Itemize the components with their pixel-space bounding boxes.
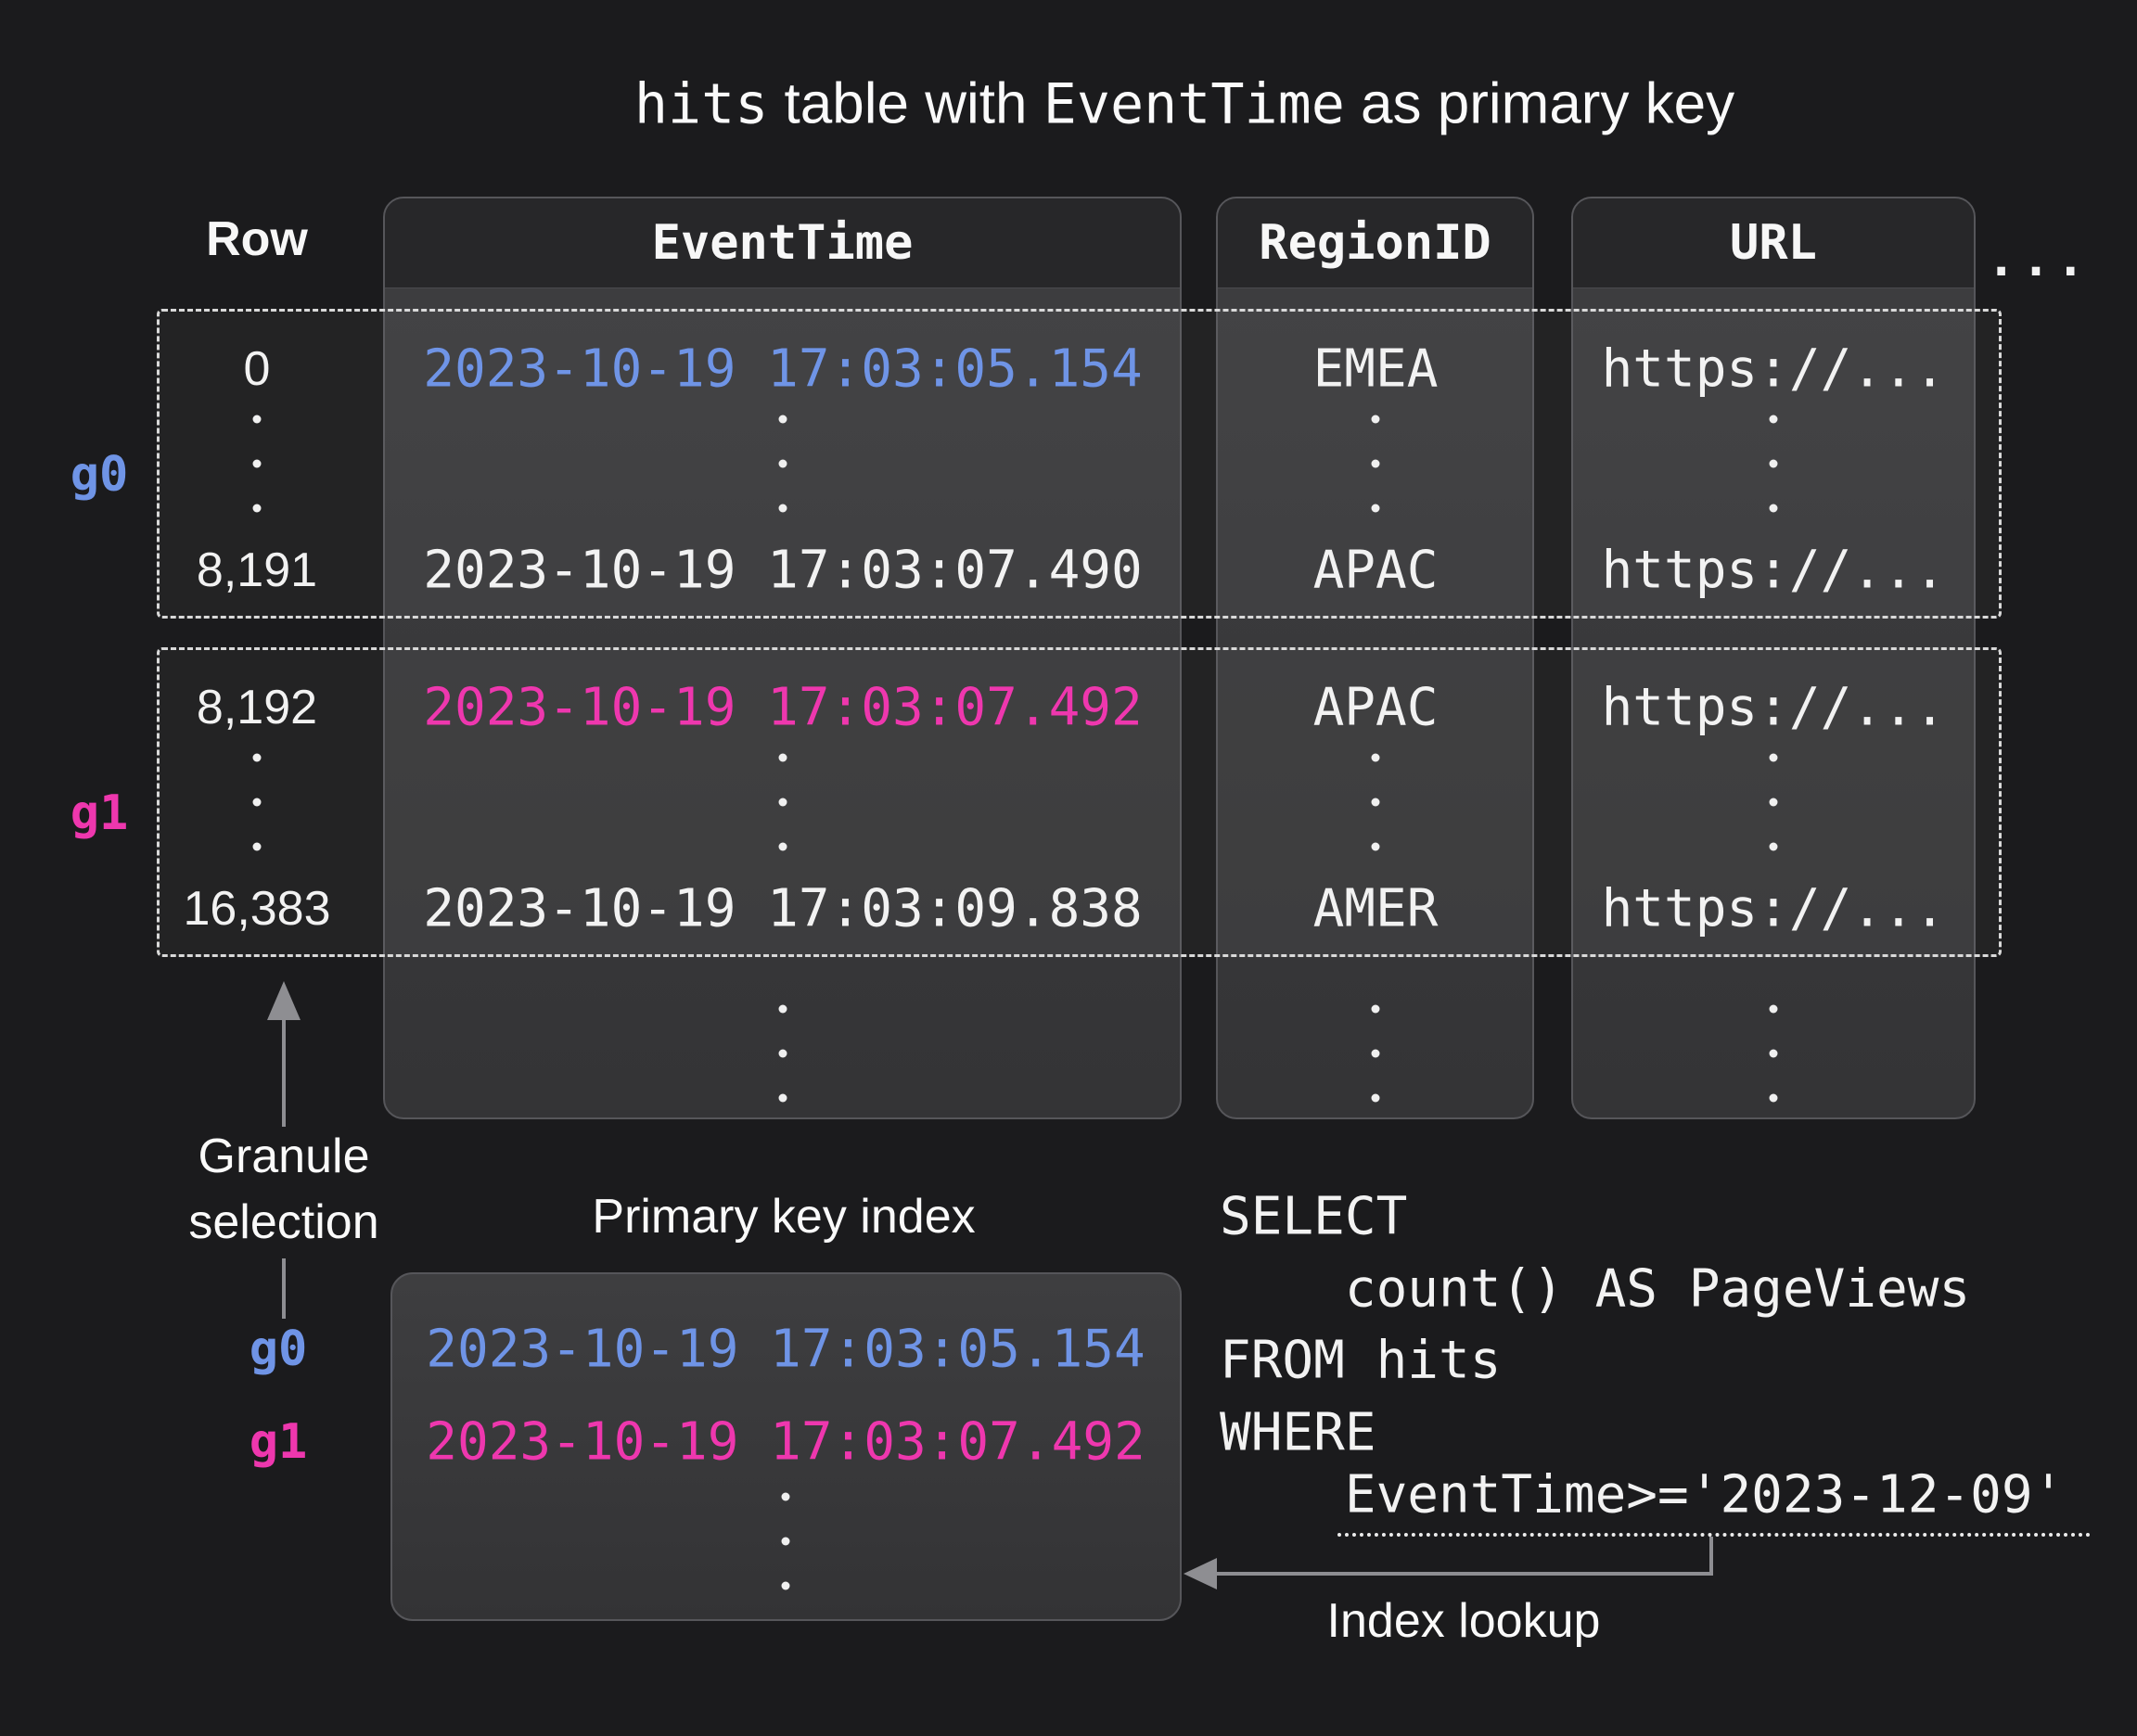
ellipsis-dots <box>779 415 787 513</box>
column-header-url: URL <box>1573 198 1974 288</box>
index-g1-label: g1 <box>250 1414 308 1470</box>
granule-selection-arrow-icon <box>267 981 301 1020</box>
sql-line-where: WHERE <box>1220 1403 1376 1463</box>
title-hits-code: hits <box>634 72 769 137</box>
g1-region-first: APAC <box>1313 678 1439 738</box>
granule-selection-label-line1: Granule <box>198 1129 370 1184</box>
sql-line-predicate: EventTime>='2023-12-09' <box>1220 1465 2064 1525</box>
g0-event-last: 2023-10-19 17:03:07.490 <box>423 541 1142 601</box>
index-lookup-elbow-vertical <box>1709 1537 1713 1576</box>
granule-selection-label-line2: selection <box>188 1194 378 1250</box>
granule-0-label: g0 <box>70 447 129 503</box>
ellipsis-dots <box>1770 754 1778 851</box>
g0-url-first: https://... <box>1602 339 1946 400</box>
index-lookup-arrow-icon <box>1184 1558 1217 1589</box>
row-column-header: Row <box>206 211 308 267</box>
ellipsis-dots <box>1372 754 1380 851</box>
sql-line-count: count() AS PageViews <box>1220 1259 1970 1320</box>
index-entry-g1: 2023-10-19 17:03:07.492 <box>426 1412 1145 1473</box>
title-text-2: as primary key <box>1345 72 1734 136</box>
sql-line-from: FROM hits <box>1220 1331 1501 1391</box>
ellipsis-dots <box>1770 1005 1778 1103</box>
granule-selection-connector-line <box>282 1258 286 1319</box>
ellipsis-dots <box>1372 1005 1380 1103</box>
ellipsis-dots <box>1770 415 1778 513</box>
g1-region-last: AMER <box>1313 879 1439 939</box>
diagram-canvas: hits table with EventTime as primary key… <box>0 0 2137 1736</box>
ellipsis-dots <box>779 1005 787 1103</box>
g0-row-last: 8,191 <box>197 542 317 598</box>
g0-row-first: 0 <box>244 341 271 397</box>
g0-url-last: https://... <box>1602 541 1946 601</box>
title-text-1: table with <box>768 72 1043 136</box>
granule-selection-arrow-line <box>282 1018 286 1127</box>
index-lookup-elbow-horizontal <box>1215 1572 1711 1576</box>
ellipsis-dots <box>779 754 787 851</box>
g0-region-first: EMEA <box>1313 339 1439 400</box>
g1-row-first: 8,192 <box>197 680 317 735</box>
title-eventtime-code: EventTime <box>1043 72 1345 137</box>
ellipsis-dots <box>253 754 262 851</box>
column-header-regionid: RegionID <box>1218 198 1532 288</box>
column-header-eventtime: EventTime <box>385 198 1180 288</box>
ellipsis-dots <box>253 415 262 513</box>
ellipsis-dots <box>782 1493 790 1590</box>
primary-key-index-title: Primary key index <box>592 1189 975 1245</box>
more-columns-ellipsis: ... <box>1987 232 2091 287</box>
granule-1-label: g1 <box>70 785 129 841</box>
index-lookup-label: Index lookup <box>1327 1593 1601 1649</box>
ellipsis-dots <box>1372 415 1380 513</box>
g1-event-last: 2023-10-19 17:03:09.838 <box>423 879 1142 939</box>
g0-event-first: 2023-10-19 17:03:05.154 <box>423 339 1142 400</box>
index-entry-g0: 2023-10-19 17:03:05.154 <box>426 1320 1145 1380</box>
index-g0-label: g0 <box>250 1321 308 1377</box>
predicate-underline <box>1337 1533 2091 1537</box>
g0-region-last: APAC <box>1313 541 1439 601</box>
g1-url-first: https://... <box>1602 678 1946 738</box>
page-title: hits table with EventTime as primary key <box>634 71 1734 137</box>
g1-event-first: 2023-10-19 17:03:07.492 <box>423 678 1142 738</box>
sql-line-select: SELECT <box>1220 1187 1407 1247</box>
g1-row-last: 16,383 <box>183 881 330 937</box>
g1-url-last: https://... <box>1602 879 1946 939</box>
